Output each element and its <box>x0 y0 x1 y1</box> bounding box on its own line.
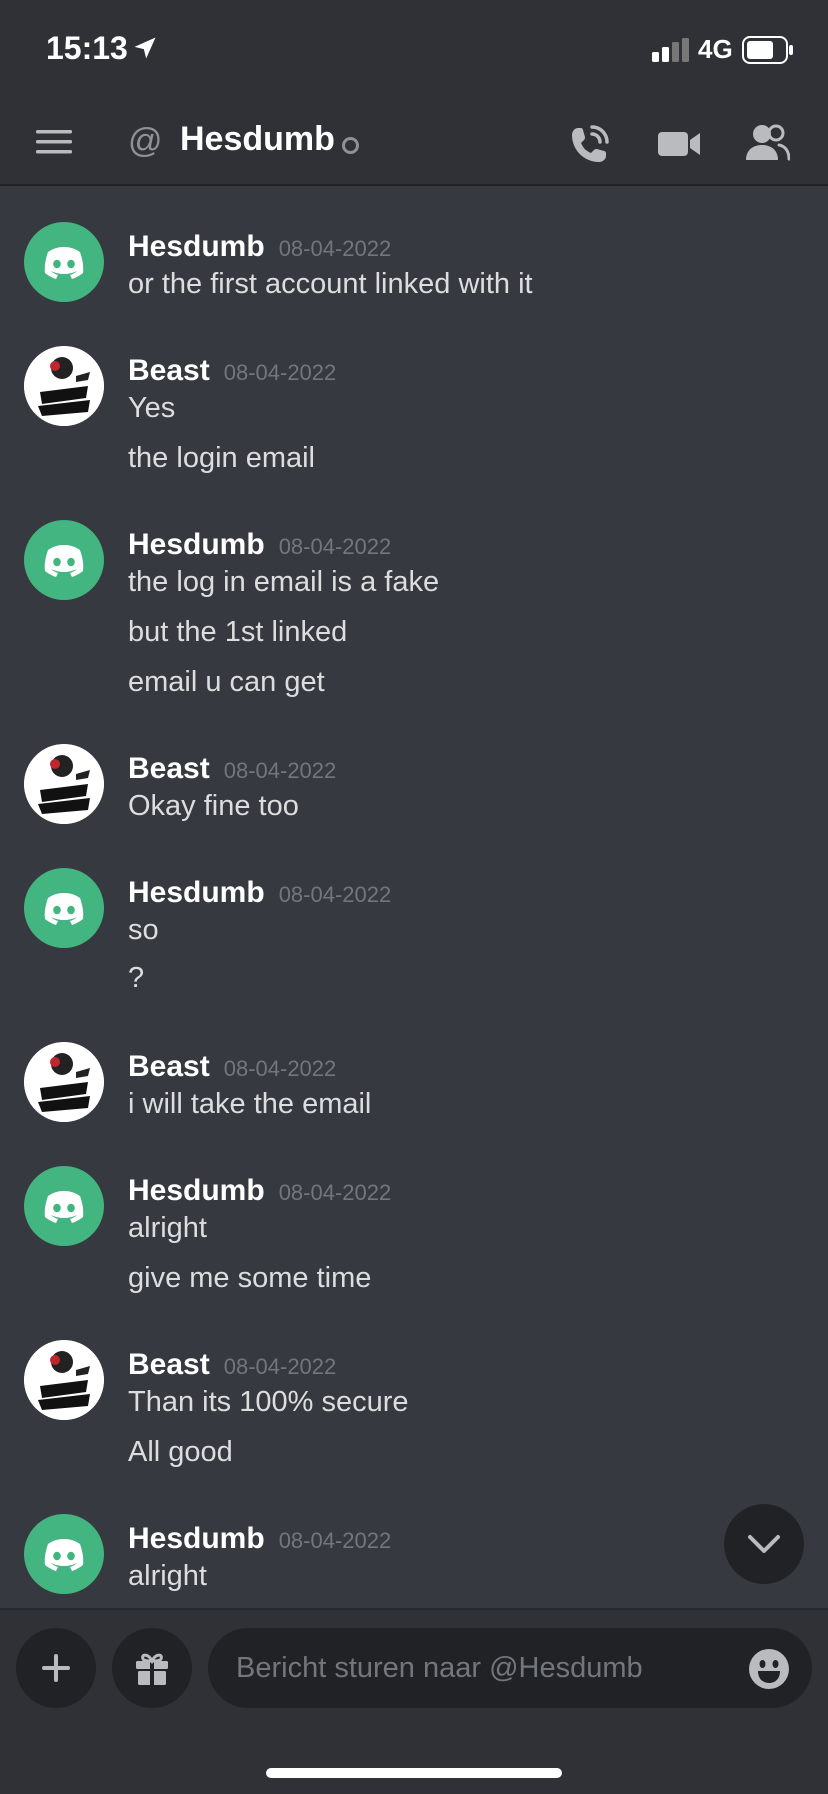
video-call-icon[interactable] <box>656 124 702 164</box>
discord-logo-icon <box>44 545 84 577</box>
message-timestamp: 08-04-2022 <box>223 758 337 783</box>
message-timestamp: 08-04-2022 <box>278 882 392 907</box>
discord-logo-icon <box>44 1191 84 1223</box>
message-input[interactable] <box>208 1628 812 1708</box>
offline-status-icon <box>342 137 359 154</box>
author-name[interactable]: Hesdumb <box>128 230 265 263</box>
message-text: Than its 100% secure <box>128 1386 409 1418</box>
message-text: so <box>128 914 159 946</box>
beast-avatar-icon <box>24 1042 104 1122</box>
author-name[interactable]: Hesdumb <box>128 528 265 561</box>
beast-avatar-icon <box>24 744 104 824</box>
message-text: Yes <box>128 392 176 424</box>
message-text: All good <box>128 1436 233 1468</box>
at-icon: @ <box>128 122 163 160</box>
avatar[interactable] <box>24 346 104 426</box>
gift-nitro-button[interactable] <box>112 1628 192 1708</box>
message-author[interactable]: Beast 08-04-2022 <box>128 1050 336 1084</box>
message-timestamp: 08-04-2022 <box>223 1354 337 1379</box>
message-text: or the first account linked with it <box>128 268 533 300</box>
add-attachment-button[interactable] <box>16 1628 96 1708</box>
author-name[interactable]: Beast <box>128 1050 210 1083</box>
message-text: the login email <box>128 442 315 474</box>
emoji-picker-icon[interactable] <box>748 1648 790 1690</box>
avatar[interactable] <box>24 868 104 948</box>
avatar[interactable] <box>24 1340 104 1420</box>
message-text: email u can get <box>128 666 325 698</box>
avatar[interactable] <box>24 1166 104 1246</box>
discord-logo-icon <box>44 1539 84 1571</box>
battery-icon <box>742 36 793 64</box>
message-author[interactable]: Beast 08-04-2022 <box>128 1348 336 1382</box>
home-indicator <box>266 1768 562 1778</box>
message-author[interactable]: Hesdumb 08-04-2022 <box>128 528 391 562</box>
author-name[interactable]: Beast <box>128 354 210 387</box>
signal-strength-icon <box>652 38 689 62</box>
message-timestamp: 08-04-2022 <box>278 1180 392 1205</box>
avatar[interactable] <box>24 1514 104 1594</box>
message-text: give me some time <box>128 1262 372 1294</box>
message-author[interactable]: Beast 08-04-2022 <box>128 354 336 388</box>
message-list[interactable]: Hesdumb 08-04-2022 or the first account l… <box>0 186 828 1606</box>
dm-title[interactable]: Hesdumb <box>180 120 335 159</box>
message-timestamp: 08-04-2022 <box>223 1056 337 1081</box>
status-time: 15:13 <box>46 30 128 66</box>
author-name[interactable]: Hesdumb <box>128 876 265 909</box>
message-text: ? <box>128 962 145 994</box>
channel-header: @ Hesdumb <box>0 100 828 186</box>
message-text: Okay fine too <box>128 790 299 822</box>
plus-icon <box>42 1654 70 1682</box>
discord-logo-icon <box>44 247 84 279</box>
hamburger-menu-icon[interactable] <box>34 122 74 162</box>
message-author[interactable]: Hesdumb 08-04-2022 <box>128 230 391 264</box>
message-text: i will take the email <box>128 1088 372 1120</box>
avatar[interactable] <box>24 520 104 600</box>
avatar[interactable] <box>24 1042 104 1122</box>
author-name[interactable]: Beast <box>128 1348 210 1381</box>
message-author[interactable]: Hesdumb 08-04-2022 <box>128 1174 391 1208</box>
author-name[interactable]: Hesdumb <box>128 1522 265 1555</box>
message-author[interactable]: Beast 08-04-2022 <box>128 752 336 786</box>
message-composer <box>0 1608 828 1794</box>
status-bar: 15:13 4G <box>0 0 828 100</box>
message-timestamp: 08-04-2022 <box>278 534 392 559</box>
network-type: 4G <box>698 34 733 64</box>
author-name[interactable]: Beast <box>128 752 210 785</box>
voice-call-icon[interactable] <box>568 122 612 166</box>
avatar[interactable] <box>24 744 104 824</box>
jump-to-present-button[interactable] <box>724 1504 804 1584</box>
author-name[interactable]: Hesdumb <box>128 1174 265 1207</box>
message-text: but the 1st linked <box>128 616 348 648</box>
gift-icon <box>136 1653 168 1685</box>
avatar[interactable] <box>24 222 104 302</box>
message-author[interactable]: Hesdumb 08-04-2022 <box>128 1522 391 1556</box>
beast-avatar-icon <box>24 1340 104 1420</box>
members-icon[interactable] <box>744 122 790 164</box>
message-timestamp: 08-04-2022 <box>278 236 392 261</box>
discord-logo-icon <box>44 893 84 925</box>
message-text: alright <box>128 1212 207 1244</box>
message-text: the log in email is a fake <box>128 566 440 598</box>
chevron-down-icon <box>748 1535 780 1553</box>
beast-avatar-icon <box>24 346 104 426</box>
message-timestamp: 08-04-2022 <box>223 360 337 385</box>
message-author[interactable]: Hesdumb 08-04-2022 <box>128 876 391 910</box>
message-text: alright <box>128 1560 207 1592</box>
message-timestamp: 08-04-2022 <box>278 1528 392 1553</box>
location-arrow-icon <box>134 37 156 59</box>
